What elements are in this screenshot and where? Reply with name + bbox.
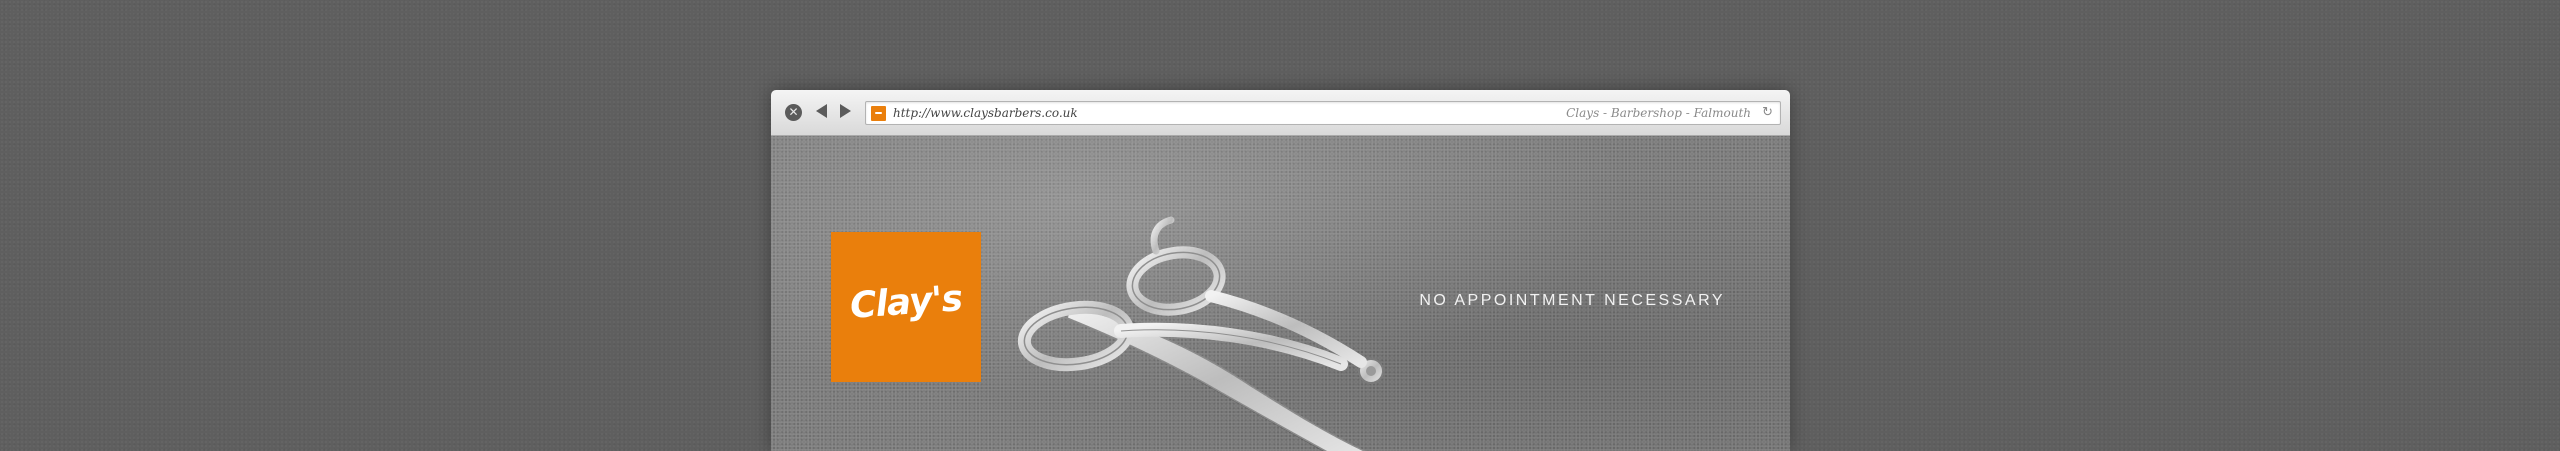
url-text[interactable]: http://www.claysbarbers.co.uk [893,105,1078,121]
browser-toolbar: ✕ http://www.claysbarbers.co.uk Clays - … [771,90,1790,136]
logo-text: Clay's [848,278,964,327]
site-favicon-icon [871,106,886,121]
browser-window: ✕ http://www.claysbarbers.co.uk Clays - … [771,90,1790,451]
clays-logo[interactable]: Clay's [831,232,981,382]
close-icon[interactable]: ✕ [785,104,802,121]
page-title: Clays - Barbershop - Falmouth [1566,106,1751,120]
back-arrow-icon[interactable] [816,104,827,118]
address-bar[interactable]: http://www.claysbarbers.co.uk Clays - Ba… [865,101,1781,125]
hero-section: Clay's NO APPOINTMENT NECESSARY [771,136,1790,451]
hero-tagline: NO APPOINTMENT NECESSARY [1419,292,1725,309]
reload-icon[interactable]: ↻ [1762,105,1773,121]
forward-arrow-icon[interactable] [840,104,851,118]
